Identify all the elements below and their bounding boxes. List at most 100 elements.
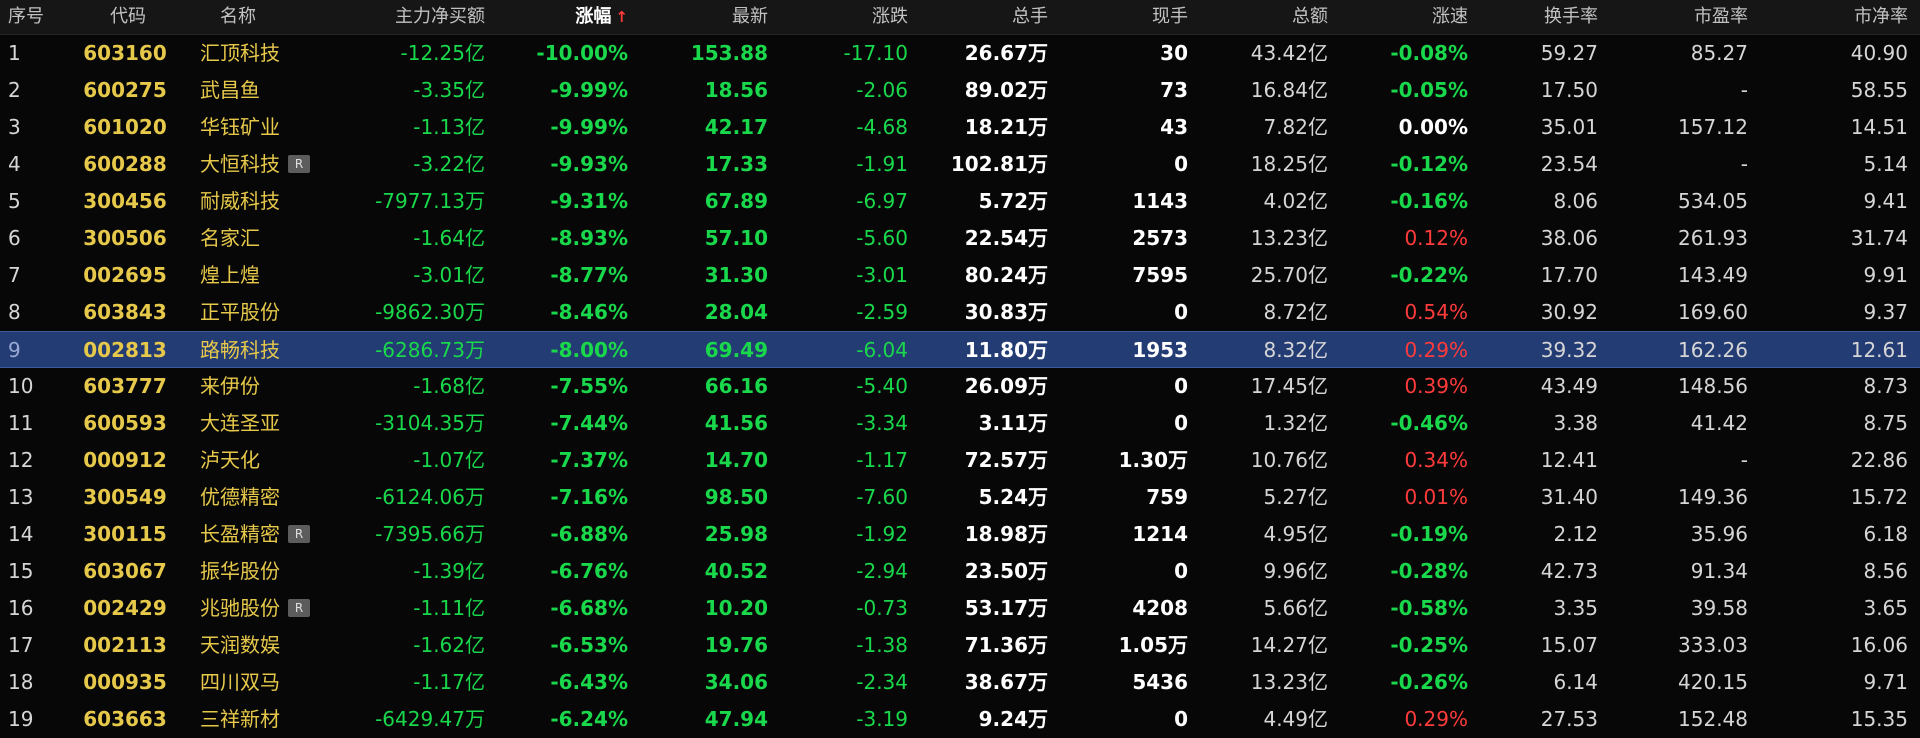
cell-pe: 420.15 — [1620, 664, 1748, 701]
cell-last: 153.88 — [640, 35, 768, 72]
cell-text: 34.06 — [704, 670, 768, 694]
table-row[interactable]: 5 300456 耐威科技 -7977.13万 -9.31% 67.89 -6.97 5.72… — [0, 183, 1920, 220]
cell-text: -8.46% — [550, 300, 628, 324]
cell-text: 15.35 — [1850, 707, 1908, 731]
column-header-last[interactable]: 最新 — [640, 0, 768, 34]
column-header-pct[interactable]: 涨幅 ↑ — [500, 0, 628, 34]
cell-text: 长盈精密 — [200, 522, 280, 546]
column-header-turn[interactable]: 换手率 — [1470, 0, 1598, 34]
cell-main: -1.13亿 — [330, 109, 485, 146]
column-header-chg[interactable]: 涨跌 — [780, 0, 908, 34]
cell-main: -1.68亿 — [330, 368, 485, 405]
cell-pe: 143.49 — [1620, 257, 1748, 294]
table-row[interactable]: 17 002113 天润数娱 -1.62亿 -6.53% 19.76 -1.38 71.36万… — [0, 627, 1920, 664]
cell-chg: -5.40 — [780, 368, 908, 405]
cell-text: 600288 — [83, 152, 167, 176]
cell-spd: 0.29% — [1340, 701, 1468, 738]
cell-text: 27.53 — [1540, 707, 1598, 731]
cell-text: 43.49 — [1540, 374, 1598, 398]
cell-text: 19 — [8, 707, 34, 731]
cell-text: 汇顶科技 — [200, 41, 280, 65]
table-row[interactable]: 10 603777 来伊份 -1.68亿 -7.55% 66.16 -5.40 26.09万 0… — [0, 368, 1920, 405]
cell-text: 1214 — [1132, 522, 1188, 546]
cell-turn: 30.92 — [1470, 294, 1598, 331]
table-row[interactable]: 18 000935 四川双马 -1.17亿 -6.43% 34.06 -2.34 38.67万… — [0, 664, 1920, 701]
table-row[interactable]: 16 002429 兆驰股份 R -1.11亿 -6.68% 10.20 -0.73 53.17… — [0, 590, 1920, 627]
cell-spd: 0.34% — [1340, 442, 1468, 479]
table-row[interactable]: 2 600275 武昌鱼 -3.35亿 -9.99% 18.56 -2.06 89.02万 73… — [0, 72, 1920, 109]
table-row[interactable]: 19 603663 三祥新材 -6429.47万 -6.24% 47.94 -3.19 9.2… — [0, 701, 1920, 738]
column-header-amt[interactable]: 总额 — [1200, 0, 1328, 34]
cell-text: 18.56 — [704, 78, 768, 102]
cell-cur: 30 — [1060, 35, 1188, 72]
cell-last: 18.56 — [640, 72, 768, 109]
cell-text: 0 — [1174, 300, 1188, 324]
cell-text: -6.88% — [550, 522, 628, 546]
cell-chg: -7.60 — [780, 479, 908, 516]
cell-vol: 26.09万 — [900, 368, 1048, 405]
column-header-label: 换手率 — [1544, 6, 1598, 27]
cell-text: 25.98 — [704, 522, 768, 546]
cell-text: 153.88 — [690, 41, 768, 65]
table-row[interactable]: 1 603160 汇顶科技 -12.25亿 -10.00% 153.88 -17.10 26.… — [0, 35, 1920, 72]
cell-cur: 0 — [1060, 146, 1188, 183]
cell-text: 42.17 — [704, 115, 768, 139]
table-row[interactable]: 14 300115 长盈精密 R -7395.66万 -6.88% 25.98 -1.92 18… — [0, 516, 1920, 553]
cell-chg: -1.38 — [780, 627, 908, 664]
table-row[interactable]: 4 600288 大恒科技 R -3.22亿 -9.93% 17.33 -1.91 102.81… — [0, 146, 1920, 183]
table-row[interactable]: 3 601020 华钰矿业 -1.13亿 -9.99% 42.17 -4.68 18.21万 4… — [0, 109, 1920, 146]
cell-cur: 1143 — [1060, 183, 1188, 220]
cell-pb: 8.73 — [1780, 368, 1908, 405]
table-row[interactable]: 15 603067 振华股份 -1.39亿 -6.76% 40.52 -2.94 23.50万… — [0, 553, 1920, 590]
table-row[interactable]: 9 002813 路畅科技 -6286.73万 -8.00% 69.49 -6.04 11.8… — [0, 331, 1920, 368]
table-row[interactable]: 6 300506 名家汇 -1.64亿 -8.93% 57.10 -5.60 22.54万 25… — [0, 220, 1920, 257]
cell-pct: -9.31% — [500, 183, 628, 220]
cell-turn: 12.41 — [1470, 442, 1598, 479]
cell-text: - — [1740, 448, 1748, 472]
column-header-spd[interactable]: 涨速 — [1340, 0, 1468, 34]
cell-text: 41.56 — [704, 411, 768, 435]
cell-pb: 9.91 — [1780, 257, 1908, 294]
cell-amt: 13.23亿 — [1200, 664, 1328, 701]
cell-text: 10.20 — [704, 596, 768, 620]
cell-amt: 4.49亿 — [1200, 701, 1328, 738]
cell-last: 19.76 — [640, 627, 768, 664]
cell-text: 耐威科技 — [200, 189, 280, 213]
cell-text: 泸天化 — [200, 448, 260, 472]
cell-pe: 148.56 — [1620, 368, 1748, 405]
cell-text: 43.42亿 — [1250, 41, 1328, 65]
cell-text: 603777 — [83, 374, 167, 398]
cell-text: 30.92 — [1540, 300, 1598, 324]
table-row[interactable]: 12 000912 泸天化 -1.07亿 -7.37% 14.70 -1.17 72.57万 1… — [0, 442, 1920, 479]
column-header-vol[interactable]: 总手 — [900, 0, 1048, 34]
cell-pb: 8.56 — [1780, 553, 1908, 590]
cell-text: 8.75 — [1863, 411, 1908, 435]
cell-cur: 0 — [1060, 405, 1188, 442]
column-header-cur[interactable]: 现手 — [1060, 0, 1188, 34]
column-header-pe[interactable]: 市盈率 — [1620, 0, 1748, 34]
column-header-pb[interactable]: 市净率 — [1780, 0, 1908, 34]
cell-code: 600288 — [70, 146, 180, 183]
cell-text: -7.44% — [550, 411, 628, 435]
table-row[interactable]: 11 600593 大连圣亚 -3104.35万 -7.44% 41.56 -3.34 3.1… — [0, 405, 1920, 442]
cell-text: 9 — [8, 338, 21, 362]
cell-chg: -3.34 — [780, 405, 908, 442]
cell-text: 80.24万 — [964, 263, 1048, 287]
cell-cur: 73 — [1060, 72, 1188, 109]
column-header-main[interactable]: 主力净买额 — [330, 0, 485, 34]
cell-text: -1.62亿 — [413, 633, 485, 657]
cell-spd: -0.28% — [1340, 553, 1468, 590]
cell-text: -6.76% — [550, 559, 628, 583]
table-row[interactable]: 7 002695 煌上煌 -3.01亿 -8.77% 31.30 -3.01 80.24万 75… — [0, 257, 1920, 294]
cell-vol: 26.67万 — [900, 35, 1048, 72]
cell-amt: 25.70亿 — [1200, 257, 1328, 294]
cell-pb: 14.51 — [1780, 109, 1908, 146]
cell-vol: 72.57万 — [900, 442, 1048, 479]
column-header-idx[interactable]: 序号 — [8, 0, 68, 34]
table-row[interactable]: 13 300549 优德精密 -6124.06万 -7.16% 98.50 -7.60 5.2… — [0, 479, 1920, 516]
table-row[interactable]: 8 603843 正平股份 -9862.30万 -8.46% 28.04 -2.59 30.8… — [0, 294, 1920, 331]
cell-text: 大恒科技 — [200, 152, 280, 176]
cell-text: 8.72亿 — [1263, 300, 1328, 324]
column-header-code[interactable]: 代码 — [110, 0, 170, 34]
cell-main: -3.01亿 — [330, 257, 485, 294]
